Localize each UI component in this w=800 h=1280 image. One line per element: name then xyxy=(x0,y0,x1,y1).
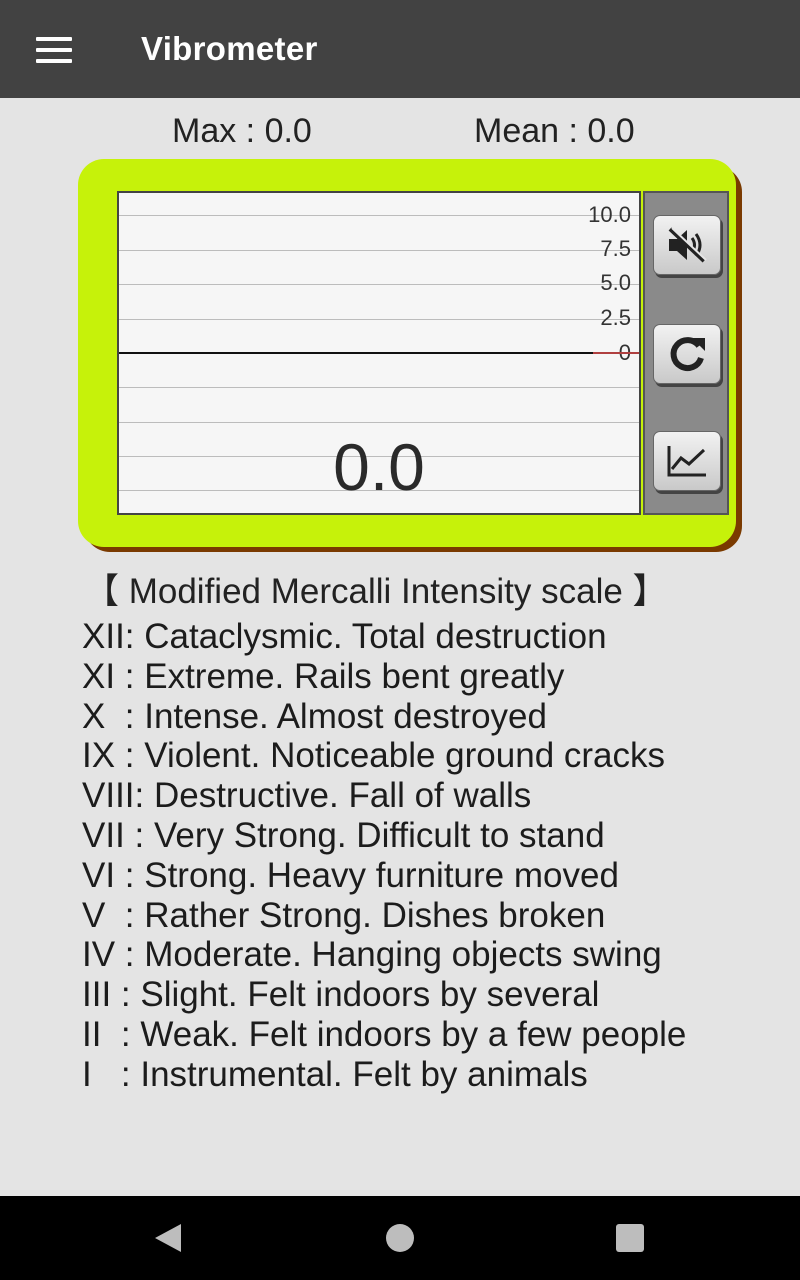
reset-button[interactable] xyxy=(653,324,721,384)
tick-label-7-5: 7.5 xyxy=(600,236,631,261)
max-reading: Max : 0.0 xyxy=(172,112,312,150)
gridline xyxy=(119,215,639,216)
control-column xyxy=(643,191,729,515)
chart-button[interactable] xyxy=(653,431,721,491)
recents-square-icon[interactable] xyxy=(616,1224,644,1252)
zero-marker xyxy=(593,352,639,354)
gridline xyxy=(119,284,639,285)
current-value: 0.0 xyxy=(333,430,425,504)
gridline xyxy=(119,422,639,423)
scale-item-viii: VIII: Destructive. Fall of walls xyxy=(82,776,532,816)
app-title: Vibrometer xyxy=(141,30,318,67)
scale-title: 【 Modified Mercalli Intensity scale 】 xyxy=(84,572,668,611)
intensity-scale-list: XII: Cataclysmic. Total destruction XI :… xyxy=(82,617,686,1095)
scale-item-ii: II : Weak. Felt indoors by a few people xyxy=(82,1014,687,1054)
scale-item-xi: XI : Extreme. Rails bent greatly xyxy=(82,656,565,696)
gridline xyxy=(119,250,639,251)
scale-item-i: I : Instrumental. Felt by animals xyxy=(82,1054,588,1094)
scale-item-iv: IV : Moderate. Hanging objects swing xyxy=(82,935,662,975)
scale-item-vii: VII : Very Strong. Difficult to stand xyxy=(82,815,605,855)
gridline xyxy=(119,319,639,320)
mean-reading: Mean : 0.0 xyxy=(474,112,635,150)
hamburger-menu-icon[interactable] xyxy=(22,22,86,78)
back-triangle-icon[interactable] xyxy=(153,1222,183,1254)
scale-item-vi: VI : Strong. Heavy furniture moved xyxy=(82,855,619,895)
vibration-graph: 10.0 7.5 5.0 2.5 0 0.0 xyxy=(117,191,641,515)
signal-trace xyxy=(119,352,639,354)
tick-label-5: 5.0 xyxy=(600,270,631,295)
tick-label-2-5: 2.5 xyxy=(600,305,631,330)
mute-button[interactable] xyxy=(653,215,721,275)
line-chart-icon xyxy=(667,446,706,477)
scale-item-iii: III : Slight. Felt indoors by several xyxy=(82,975,600,1015)
speaker-muted-icon xyxy=(668,227,707,263)
refresh-icon xyxy=(670,337,705,372)
scale-item-ix: IX : Violent. Noticeable ground cracks xyxy=(82,736,666,776)
tick-label-10: 10.0 xyxy=(588,202,631,227)
app-bar: Vibrometer xyxy=(0,0,800,98)
home-circle-icon[interactable] xyxy=(386,1224,414,1252)
gridline xyxy=(119,387,639,388)
scale-item-x: X : Intense. Almost destroyed xyxy=(82,696,547,736)
scale-item-v: V : Rather Strong. Dishes broken xyxy=(82,895,606,935)
scale-item-xii: XII: Cataclysmic. Total destruction xyxy=(82,617,607,656)
